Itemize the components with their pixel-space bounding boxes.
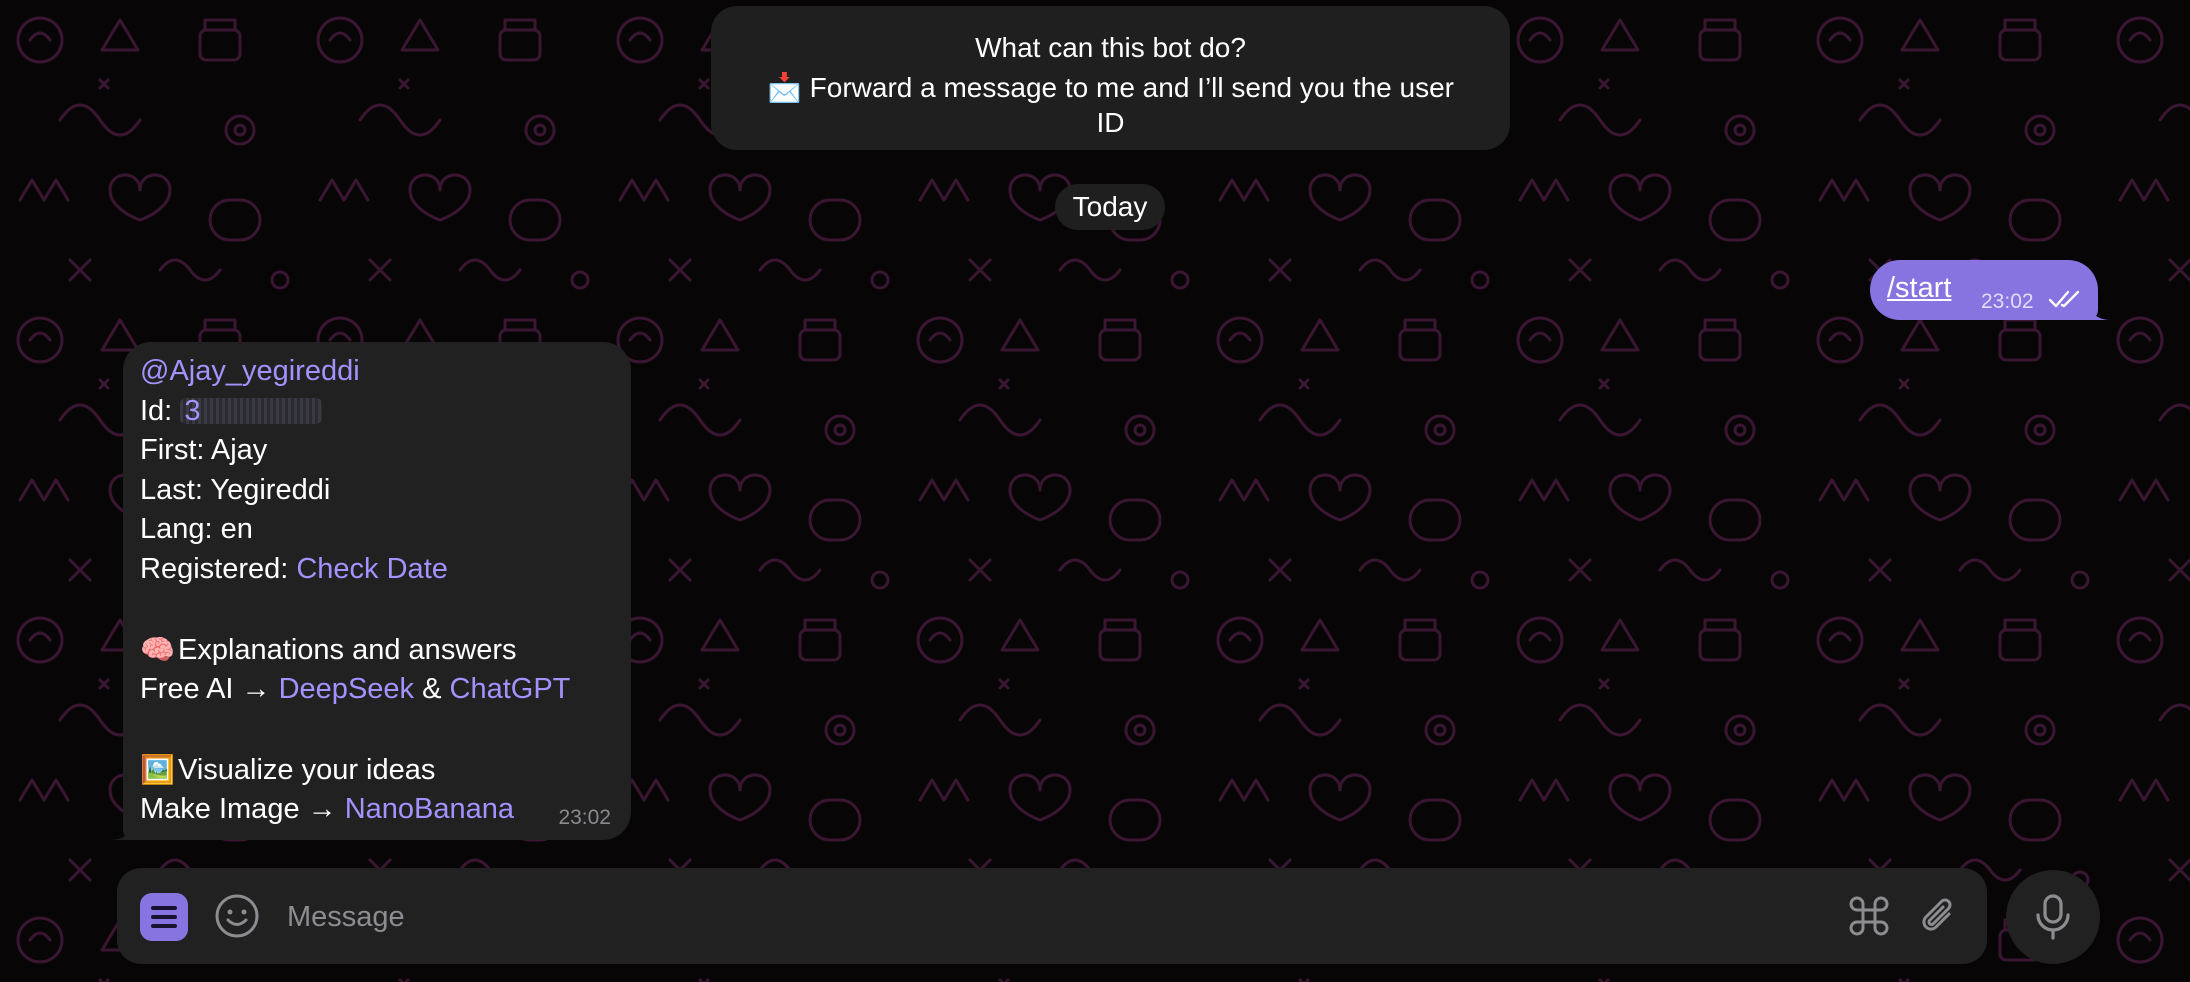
menu-icon: [151, 906, 177, 928]
microphone-icon: [2036, 894, 2070, 940]
ai-prefix: Free AI →: [140, 672, 279, 705]
id-spoiler[interactable]: 3: [180, 397, 323, 424]
image-prefix: Make Image →: [140, 792, 345, 825]
id-label: Id:: [140, 394, 181, 427]
registered-label: Registered:: [140, 552, 297, 585]
outgoing-message[interactable]: /start 23:02: [1870, 260, 2110, 320]
command-icon: [1849, 896, 1889, 936]
bubble-tail-icon: [111, 820, 135, 840]
command-link[interactable]: /start: [1887, 272, 1951, 305]
emoji-button[interactable]: [213, 892, 261, 940]
bubble-tail-icon: [2086, 300, 2110, 320]
deepseek-link[interactable]: DeepSeek: [279, 673, 414, 705]
bot-info-card: What can this bot do? 📩 Forward a messag…: [711, 6, 1510, 150]
message-input[interactable]: [285, 896, 1889, 938]
message-composer: [117, 868, 1987, 964]
bot-info-title: What can this bot do?: [975, 32, 1246, 63]
message-time: 23:02: [558, 806, 611, 829]
incoming-message[interactable]: @Ajay_yegireddi Id: 3 First: Ajay Last: …: [111, 342, 631, 840]
inbox-envelope-icon: 📩: [767, 72, 802, 103]
chatgpt-link[interactable]: ChatGPT: [450, 673, 571, 705]
bot-menu-button[interactable]: [140, 893, 188, 941]
message-body: @Ajay_yegireddi Id: 3 First: Ajay Last: …: [140, 352, 570, 829]
last-name-line: Last: Yegireddi: [140, 473, 331, 506]
voice-record-button[interactable]: [2006, 870, 2100, 964]
framed-picture-icon: 🖼️: [140, 754, 175, 785]
paperclip-icon: [1922, 898, 1952, 931]
username-mention-link[interactable]: @Ajay_yegireddi: [140, 355, 360, 387]
bot-info-description: 📩 Forward a message to me and I’ll send …: [751, 70, 1470, 140]
attach-button[interactable]: [1915, 892, 1963, 940]
lang-line: Lang: en: [140, 513, 253, 545]
check-date-link[interactable]: Check Date: [296, 553, 448, 585]
date-separator: Today: [1055, 184, 1165, 230]
ampersand: &: [414, 672, 450, 705]
double-check-icon: [2048, 290, 2080, 308]
brain-icon: 🧠: [140, 634, 175, 665]
section-title: Explanations and answers: [178, 634, 517, 666]
smiley-icon: [215, 894, 259, 938]
bot-info-text: Forward a message to me and I’ll send yo…: [809, 72, 1454, 138]
nanobanana-link[interactable]: NanoBanana: [345, 793, 514, 825]
message-time: 23:02: [1981, 290, 2034, 313]
section-title: Visualize your ideas: [178, 754, 436, 786]
commands-button[interactable]: [1845, 892, 1893, 940]
first-name-line: First: Ajay: [140, 434, 268, 466]
id-value: 3: [184, 397, 201, 424]
